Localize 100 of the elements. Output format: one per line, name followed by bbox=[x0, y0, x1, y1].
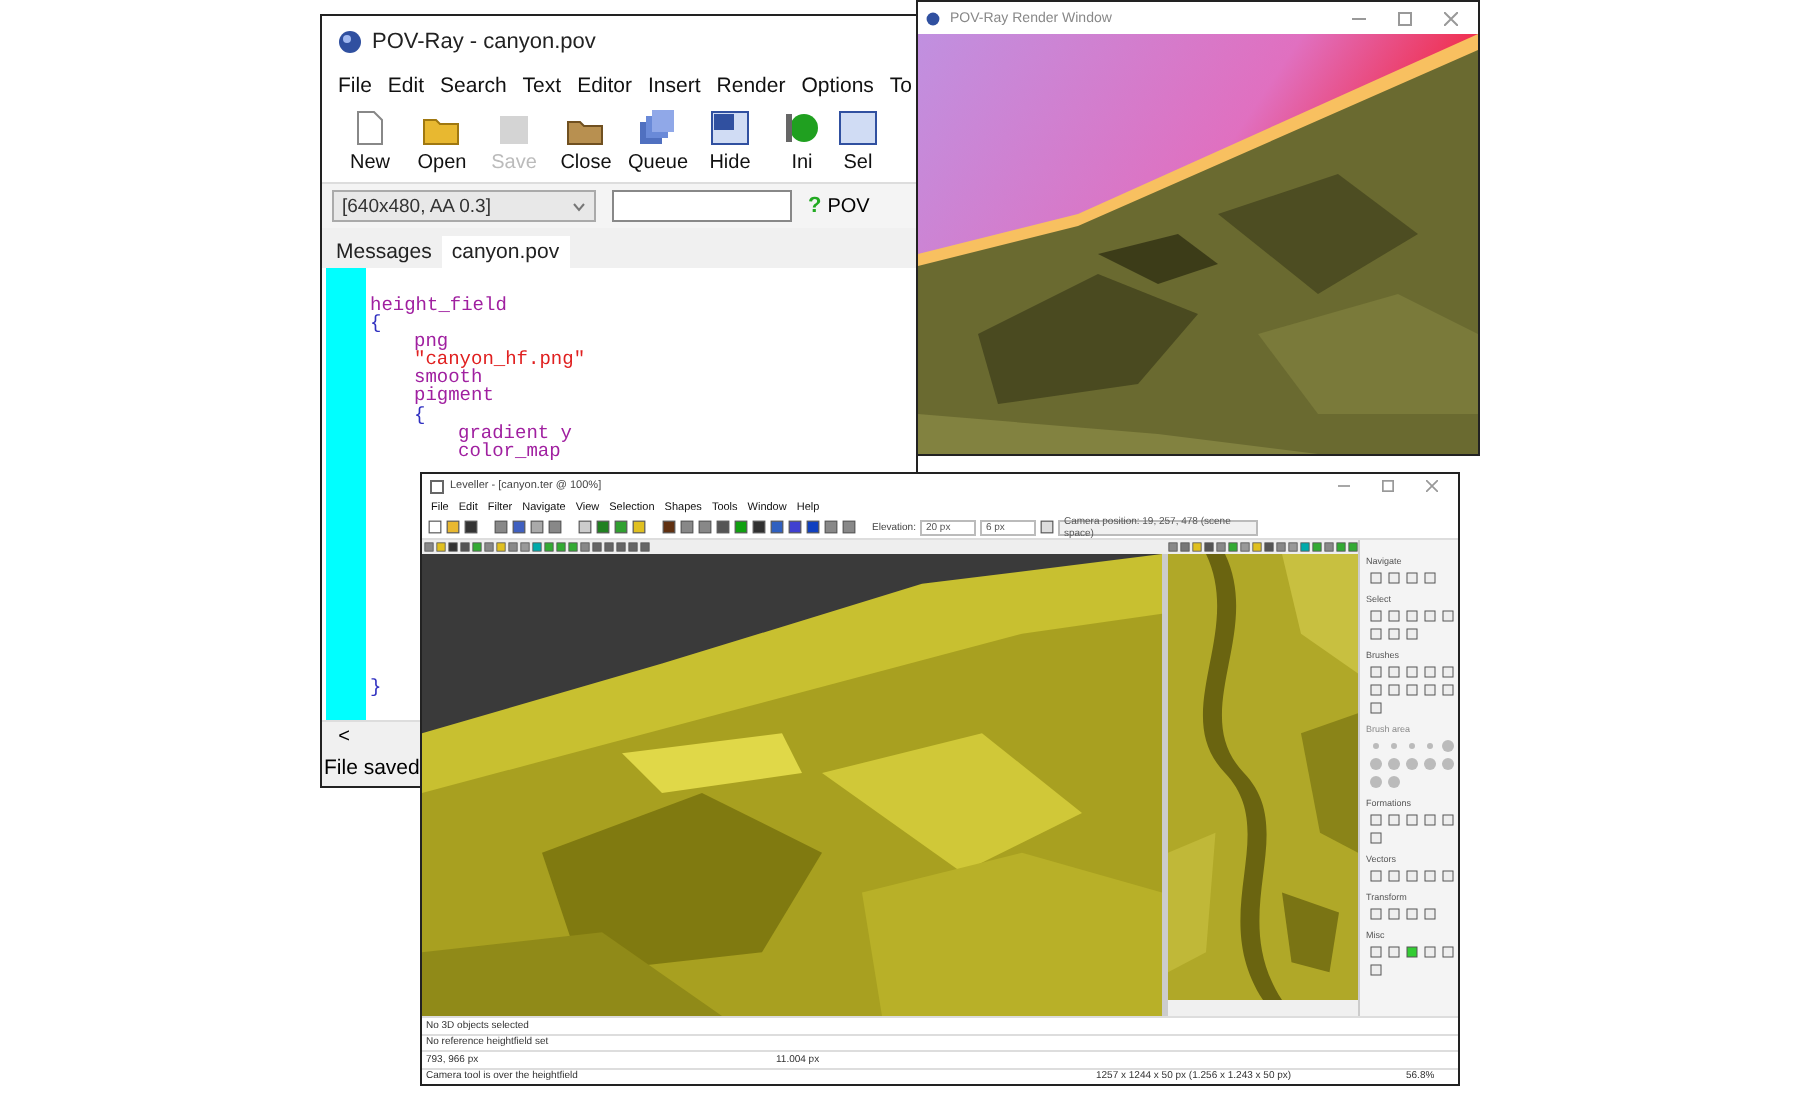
square-icon[interactable] bbox=[464, 520, 478, 534]
square-icon[interactable] bbox=[1442, 946, 1454, 958]
square-icon[interactable] bbox=[1406, 946, 1418, 958]
square-icon[interactable] bbox=[1424, 870, 1436, 882]
square-icon[interactable] bbox=[1388, 946, 1400, 958]
square-icon[interactable] bbox=[770, 520, 784, 534]
square-icon[interactable] bbox=[1370, 814, 1382, 826]
square-icon[interactable] bbox=[734, 520, 748, 534]
square-icon[interactable] bbox=[512, 520, 526, 534]
square-icon[interactable] bbox=[1370, 628, 1382, 640]
square-icon[interactable] bbox=[1406, 814, 1418, 826]
square-icon[interactable] bbox=[494, 520, 508, 534]
toolbar-button[interactable]: Ini bbox=[766, 110, 838, 182]
square-icon[interactable] bbox=[1388, 628, 1400, 640]
input-field[interactable] bbox=[612, 190, 792, 222]
square-icon[interactable] bbox=[1406, 572, 1418, 584]
square-icon[interactable] bbox=[1424, 946, 1436, 958]
square-icon[interactable] bbox=[1264, 542, 1274, 552]
square-icon[interactable] bbox=[1424, 666, 1436, 678]
square-icon[interactable] bbox=[1388, 684, 1400, 696]
square-icon[interactable] bbox=[1424, 908, 1436, 920]
code-line: gradient y bbox=[456, 423, 575, 442]
square-icon[interactable] bbox=[1370, 908, 1382, 920]
menu-item[interactable]: To bbox=[881, 73, 916, 97]
square-icon[interactable] bbox=[716, 520, 730, 534]
square-icon[interactable] bbox=[592, 542, 602, 552]
square-icon[interactable] bbox=[752, 520, 766, 534]
square-icon[interactable] bbox=[1424, 610, 1436, 622]
square-icon[interactable] bbox=[460, 542, 470, 552]
square-icon[interactable] bbox=[1424, 684, 1436, 696]
menu-item[interactable]: File bbox=[330, 73, 380, 97]
square-icon[interactable] bbox=[1388, 870, 1400, 882]
square-icon[interactable] bbox=[428, 520, 442, 534]
square-icon[interactable] bbox=[1370, 964, 1382, 976]
square-icon[interactable] bbox=[662, 520, 676, 534]
tab[interactable]: canyon.pov bbox=[441, 236, 570, 268]
square-icon[interactable] bbox=[1442, 666, 1454, 678]
square-icon[interactable] bbox=[1370, 610, 1382, 622]
square-icon[interactable] bbox=[824, 520, 838, 534]
menu-item[interactable]: Editor bbox=[569, 73, 640, 97]
toolbar-button[interactable]: Close bbox=[550, 114, 622, 182]
square-icon[interactable] bbox=[1370, 572, 1382, 584]
square-icon[interactable] bbox=[1442, 870, 1454, 882]
help-label[interactable]: POV bbox=[827, 195, 870, 217]
menu-item[interactable]: Render bbox=[708, 73, 794, 97]
resolution-dropdown[interactable]: [640x480, AA 0.3] bbox=[332, 190, 596, 222]
square-icon[interactable] bbox=[788, 520, 802, 534]
menu-item[interactable]: Edit bbox=[379, 73, 433, 97]
square-icon[interactable] bbox=[1204, 542, 1214, 552]
square-icon[interactable] bbox=[1388, 908, 1400, 920]
square-icon[interactable] bbox=[680, 520, 694, 534]
square-icon[interactable] bbox=[1406, 628, 1418, 640]
square-icon[interactable] bbox=[842, 520, 856, 534]
maximize-icon[interactable] bbox=[1398, 11, 1412, 25]
square-icon[interactable] bbox=[1388, 572, 1400, 584]
square-icon[interactable] bbox=[448, 542, 458, 552]
square-icon[interactable] bbox=[548, 520, 562, 534]
square-icon[interactable] bbox=[1406, 666, 1418, 678]
square-icon[interactable] bbox=[604, 542, 614, 552]
close-icon[interactable] bbox=[1444, 11, 1458, 25]
minimize-icon[interactable] bbox=[1338, 480, 1350, 492]
square-icon[interactable] bbox=[628, 542, 638, 552]
maximize-icon[interactable] bbox=[1382, 480, 1394, 492]
square-icon[interactable] bbox=[596, 520, 610, 534]
square-icon[interactable] bbox=[1370, 702, 1382, 714]
square-icon[interactable] bbox=[1424, 814, 1436, 826]
square-icon[interactable] bbox=[1406, 908, 1418, 920]
close-icon[interactable] bbox=[1426, 480, 1438, 492]
square-icon[interactable] bbox=[1442, 814, 1454, 826]
scrollbar[interactable] bbox=[1168, 1000, 1358, 1016]
square-icon[interactable] bbox=[1388, 814, 1400, 826]
menu-item[interactable]: Options bbox=[793, 73, 882, 97]
square-icon[interactable] bbox=[698, 520, 712, 534]
square-icon[interactable] bbox=[1442, 610, 1454, 622]
square-icon[interactable] bbox=[616, 542, 626, 552]
menu-item[interactable]: Search bbox=[432, 73, 515, 97]
square-icon[interactable] bbox=[1370, 870, 1382, 882]
square-icon[interactable] bbox=[1370, 832, 1382, 844]
toolbar-button[interactable]: New bbox=[334, 110, 406, 182]
square-icon[interactable] bbox=[1406, 610, 1418, 622]
square-icon[interactable] bbox=[1406, 870, 1418, 882]
square-icon[interactable] bbox=[1370, 946, 1382, 958]
toolbar-button[interactable]: Sel bbox=[838, 110, 878, 182]
toolbar-button[interactable]: Hide bbox=[694, 110, 766, 182]
square-icon[interactable] bbox=[640, 542, 650, 552]
menu-item[interactable]: Text bbox=[514, 73, 570, 97]
square-icon[interactable] bbox=[1370, 684, 1382, 696]
square-icon[interactable] bbox=[1406, 684, 1418, 696]
menu-item[interactable]: Insert bbox=[640, 73, 709, 97]
toolbar-button[interactable]: Queue bbox=[622, 110, 694, 182]
square-icon[interactable] bbox=[1388, 610, 1400, 622]
toolbar-button[interactable]: Open bbox=[406, 114, 478, 182]
square-icon[interactable] bbox=[1370, 666, 1382, 678]
square-icon[interactable] bbox=[614, 520, 628, 534]
square-icon[interactable] bbox=[578, 520, 592, 534]
square-icon[interactable] bbox=[1442, 684, 1454, 696]
square-icon[interactable] bbox=[1388, 666, 1400, 678]
square-icon[interactable] bbox=[1039, 520, 1054, 534]
square-icon[interactable] bbox=[806, 520, 820, 534]
square-icon[interactable] bbox=[1424, 572, 1436, 584]
